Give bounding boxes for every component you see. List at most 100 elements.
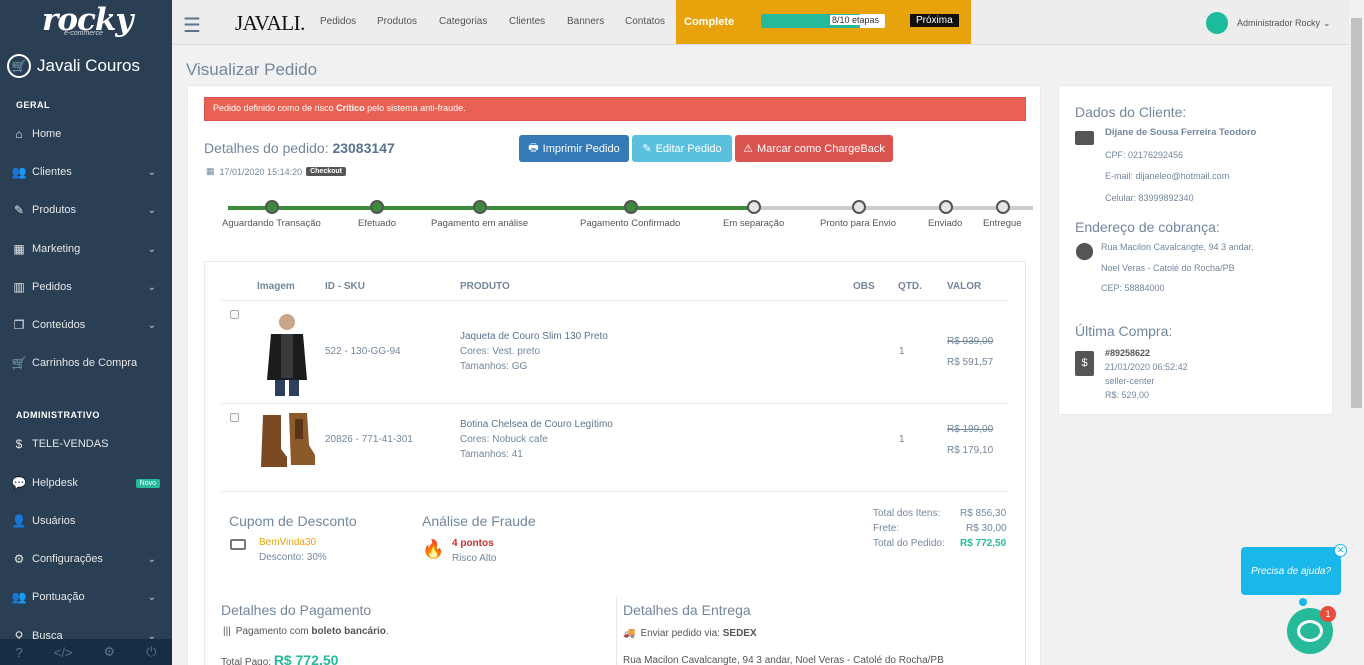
page-scrollbar[interactable] [1349,0,1364,665]
chat-dot [1299,598,1307,606]
power-icon[interactable]: ⏻ [146,644,156,660]
topnav-pedidos[interactable]: Pedidos [320,16,356,27]
users-icon: 👥 [11,165,27,179]
billing-cep: CEP: 58884000 [1101,283,1165,293]
paid-value: R$ 772,50 [273,652,339,665]
customer-phone: Celular: 83999892340 [1105,193,1194,203]
customer-name: Dijane de Sousa Ferreira Teodoro [1105,127,1257,138]
button-label: Editar Pedido [655,142,722,155]
gear-icon: ⚙ [13,552,25,566]
sidebar-item-label: TELE-VENDAS [32,438,109,450]
product-image-jacket [257,310,317,398]
total-items-label: Total dos Itens: [873,508,941,519]
order-total-value: R$ 772,50 [960,538,1007,549]
paid-label: Total Pago: [221,657,274,665]
topnav-contatos[interactable]: Contatos [625,16,665,27]
step-dot [624,200,638,214]
map-marker-icon: ⬤ [1075,241,1095,260]
last-purchase-date: 21/01/2020 06:52:42 [1105,362,1188,372]
calendar-icon: ▦ [206,166,215,176]
store-title[interactable]: 🛒 Javali Couros [7,54,140,78]
print-order-button[interactable]: 🖶 Imprimir Pedido [519,135,629,162]
item-attr-size: Tamanhos: GG [460,361,528,372]
help-icon[interactable]: ? [16,645,23,660]
sidebar-item-home[interactable]: ⌂ Home [0,124,172,144]
topnav-categorias[interactable]: Categorias [439,16,487,27]
customer-cpf: CPF: 02176292456 [1105,150,1184,160]
payment-method-name: boleto bancário [311,626,386,637]
topnav-banners[interactable]: Banners [567,16,604,27]
order-panel: Pedido definido como de risco Crítico pe… [187,85,1041,665]
notification-count: 1 [1320,606,1336,622]
total-items-value: R$ 856,30 [960,508,1007,519]
section-administrativo: ADMINISTRATIVO [16,410,100,420]
progress-text: 8/10 etapas [829,15,881,25]
sidebar-item-label: Conteúdos [32,319,86,331]
button-label: Imprimir Pedido [542,142,620,155]
print-icon: 🖶 [528,142,539,154]
sidebar-item-usuarios[interactable]: 👤 Usuários [0,511,172,531]
admin-name: Administrador Rocky [1237,18,1321,28]
row-checkbox[interactable] [230,413,239,422]
sidebar-item-conteudos[interactable]: ❐ Conteúdos ⌄ [0,315,172,335]
delivery-address: Rua Macilon Cavalcangte, 94 3 andar, Noe… [623,655,944,665]
edit-order-button[interactable]: ✎ Editar Pedido [632,135,732,162]
item-name[interactable]: Jaqueta de Couro Slim 130 Preto [460,331,608,342]
item-sku: 522 - 130-GG-94 [325,346,401,357]
warning-icon: ⚠ [743,143,754,155]
user-menu[interactable]: Administrador Rocky ⌄ [1206,12,1331,34]
fire-icon: 🔥 [422,539,445,559]
sidebar-item-pedidos[interactable]: ▥ Pedidos ⌄ [0,277,172,297]
id-card-icon [1075,131,1094,145]
step-dot [996,200,1010,214]
brand-logo[interactable]: JAVALI. [235,11,305,36]
truck-icon: 🚚 [623,628,636,639]
help-chat-prompt[interactable]: Precisa de ajuda? [1241,547,1341,595]
item-price: R$ 591,57 [947,357,994,368]
divider [221,491,1009,492]
step-dot [852,200,866,214]
sidebar-item-pontuacao[interactable]: 👥 Pontuação ⌄ [0,587,172,607]
item-old-price: R$ 939,00 [947,336,994,347]
sidebar-item-clientes[interactable]: 👥 Clientes ⌄ [0,162,172,182]
sidebar-item-label: Clientes [32,166,72,178]
next-step-button[interactable]: Próxima [910,14,959,27]
chevron-down-icon: ⌄ [147,319,156,331]
item-name[interactable]: Botina Chelsea de Couro Legítimo [460,419,613,430]
payment-label: Pagamento com [235,626,312,637]
menu-toggle-icon[interactable]: ☰ [183,13,201,38]
scrollbar-thumb[interactable] [1351,18,1362,408]
complete-label: Complete [684,16,735,28]
coupon-title: Cupom de Desconto [229,513,357,529]
close-icon[interactable]: ✕ [1334,544,1347,557]
chargeback-button[interactable]: ⚠ Marcar como ChargeBack [735,135,893,162]
gear-icon[interactable]: ⚙ [104,644,116,660]
fraud-risk: Risco Alto [452,553,497,564]
chevron-down-icon: ⌄ [147,553,156,565]
row-checkbox[interactable] [230,310,239,319]
topnav-produtos[interactable]: Produtos [377,16,417,27]
item-sku: 20826 - 771-41-301 [325,434,413,445]
code-icon[interactable]: </> [54,645,73,660]
topnav-clientes[interactable]: Clientes [509,16,545,27]
sidebar-item-televendas[interactable]: $ TELE-VENDAS [0,434,172,454]
sidebar-item-configuracoes[interactable]: ⚙ Configurações ⌄ [0,549,172,569]
col-produto: PRODUTO [460,281,510,292]
cart-icon: 🛒 [7,54,31,78]
sidebar-item-carrinhos[interactable]: 🛒 Carrinhos de Compra [0,353,172,373]
step-label: Pagamento em análise [431,218,529,229]
sidebar-item-produtos[interactable]: ✎ Produtos ⌄ [0,200,172,220]
last-purchase-id[interactable]: #89258622 [1105,348,1150,358]
chat-icon: 💬 [11,476,27,490]
sidebar-item-helpdesk[interactable]: 💬 Helpdesk Novo [0,473,172,493]
grid-icon: ▦ [13,242,25,256]
order-total-label: Total do Pedido: [873,538,945,549]
last-purchase-title: Última Compra: [1075,323,1173,339]
item-qty: 1 [899,434,905,445]
sidebar-item-marketing[interactable]: ▦ Marketing ⌄ [0,239,172,259]
payment-method: ||| Pagamento com boleto bancário. [223,626,389,637]
sidebar: rocky e-commerce 🛒 Javali Couros GERAL ⌂… [0,0,172,665]
avatar [1206,12,1228,34]
divider [221,403,1009,404]
item-attr-color: Cores: Vest. preto [460,346,541,357]
